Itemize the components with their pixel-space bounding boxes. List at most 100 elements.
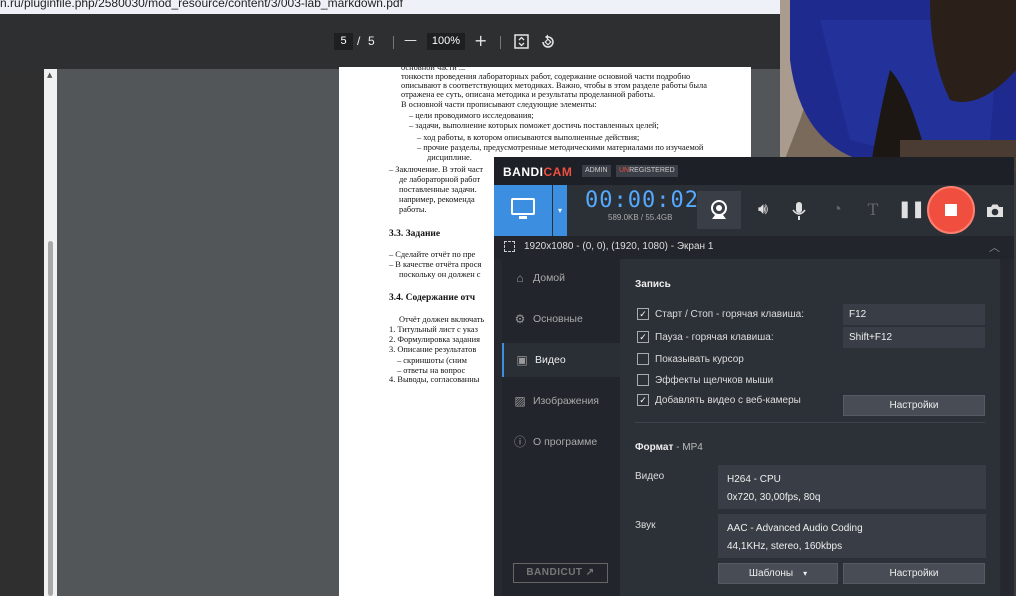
pdf-text-line: – скриншоты (сним — [397, 356, 467, 365]
zoom-level-input[interactable]: 100% — [427, 33, 465, 50]
section-divider — [635, 422, 985, 423]
image-icon: ▨ — [514, 394, 526, 408]
nav-home[interactable]: ⌂ Домой — [502, 261, 620, 295]
nav-images[interactable]: ▨ Изображения — [502, 384, 620, 418]
pdf-scrollbar[interactable]: ▲ — [44, 69, 57, 596]
gear-icon: ⚙ — [514, 312, 526, 326]
pdf-text-line: дисциплине. — [427, 153, 472, 162]
webcam-overlay — [780, 0, 1016, 172]
recording-timer: 00:00:02 — [585, 188, 699, 213]
fit-page-icon[interactable] — [514, 34, 529, 54]
templates-dropdown[interactable]: Шаблоны ▾ — [718, 563, 838, 584]
audio-codec: AAC - Advanced Audio Coding — [727, 523, 863, 534]
format-settings-button[interactable]: Настройки — [843, 563, 985, 584]
webcam-button[interactable] — [697, 191, 741, 229]
checkbox[interactable]: ✓ — [637, 308, 649, 320]
pdf-text-line: – прочие разделы, предусмотренные методи… — [417, 143, 704, 152]
bandicam-toolbar: ▾ 00:00:02 589.0KB / 55.4GB 🔊︎ ◔ T ❚❚ — [494, 185, 1014, 236]
bandicut-button[interactable]: BANDICUT ↗ — [513, 563, 608, 583]
screen-mode-button[interactable] — [494, 185, 552, 236]
toolbar-divider — [500, 36, 501, 49]
stop-record-button[interactable] — [927, 186, 975, 234]
bandicam-sidebar: ⌂ Домой ⚙ Основные ▣ Видео ▨ Изображения ⓘ О … — [502, 259, 620, 596]
audio-format-box[interactable]: AAC - Advanced Audio Coding 44,1KHz, ste… — [718, 514, 986, 558]
monitor-icon — [511, 198, 535, 215]
page-total: 5 — [368, 34, 375, 48]
pdf-text-line: 2. Формулировка задания — [389, 335, 480, 344]
unregistered-badge: UNREGISTERED — [616, 165, 678, 177]
bandicam-titlebar[interactable]: BANDICAM ADMIN UNREGISTERED — [494, 157, 1014, 185]
pdf-text-line: отражена ее суть, описана методика и рез… — [401, 90, 656, 99]
url-text[interactable]: n.ru/pluginfile.php/2580030/mod_resource… — [0, 0, 403, 10]
pause-button[interactable]: ❚❚ — [898, 197, 925, 223]
bandicam-logo: BANDICAM — [503, 165, 573, 179]
pdf-toolbar: 5 / 5 — 100% + — [0, 14, 780, 69]
capture-target-text: 1920x1080 - (0, 0), (1920, 1080) - Экран… — [524, 241, 714, 252]
video-label: Видео — [635, 471, 665, 482]
toolbar-divider — [393, 36, 394, 49]
info-icon: ⓘ — [513, 435, 526, 449]
browser-url-bar[interactable]: n.ru/pluginfile.php/2580030/mod_resource… — [0, 0, 780, 14]
text-overlay-icon[interactable]: T — [862, 197, 884, 223]
pdf-text-line: поскольку он должен с — [399, 270, 481, 279]
video-icon: ▣ — [516, 353, 528, 367]
rotate-icon[interactable] — [540, 34, 556, 55]
microphone-icon[interactable] — [788, 197, 810, 223]
chevron-down-icon: ▾ — [803, 569, 808, 578]
record-section-title: Запись — [635, 279, 671, 290]
click-effect-icon[interactable]: ◔ — [826, 197, 848, 223]
format-section-title: Формат - MP4 — [635, 442, 703, 453]
nav-video[interactable]: ▣ Видео — [502, 343, 620, 377]
page-separator: / — [357, 34, 361, 48]
checkbox[interactable]: ✓ — [637, 331, 649, 343]
record-settings-button[interactable]: Настройки — [843, 395, 985, 416]
pdf-text-line: 3. Описание результатов — [389, 345, 477, 354]
panel-scrollbar[interactable] — [1001, 259, 1010, 596]
pdf-text-line: – цели проводимого исследования; — [409, 111, 534, 120]
stop-icon — [945, 204, 957, 216]
chevron-up-icon[interactable]: ︿ — [989, 239, 1000, 255]
nav-about[interactable]: ⓘ О программе — [502, 425, 620, 459]
pdf-text-line: – ход работы, в котором описываются выпо… — [417, 133, 640, 142]
pdf-text-line: – задачи, выполнение которых поможет дос… — [409, 121, 659, 130]
page-number-input[interactable]: 5 — [334, 33, 353, 50]
camera-icon[interactable] — [984, 197, 1006, 223]
region-icon — [504, 241, 515, 252]
audio-params: 44,1KHz, stereo, 160kbps — [727, 541, 843, 552]
pause-hotkey-field[interactable]: Shift+F12 — [843, 327, 985, 348]
pdf-text-line: – Сделайте отчёт по пре — [389, 250, 476, 259]
video-format-box[interactable]: H264 - CPU 0x720, 30,00fps, 80q — [718, 465, 986, 509]
scroll-up-icon[interactable]: ▲ — [47, 71, 52, 79]
pdf-heading: 3.3. Задание — [389, 229, 441, 239]
chevron-down-icon[interactable]: ▾ — [553, 185, 567, 236]
pdf-heading: 3.4. Содержание отч — [389, 293, 476, 303]
home-icon: ⌂ — [516, 271, 524, 285]
pdf-text-line: Отчёт должен включать — [399, 315, 485, 324]
nav-general[interactable]: ⚙ Основные — [502, 302, 620, 336]
checkbox[interactable]: ✓ — [637, 394, 649, 406]
pdf-text-line: работы. — [399, 205, 427, 214]
pdf-text-line: например, рекоменда — [399, 195, 475, 204]
speaker-icon[interactable]: 🔊︎ — [752, 197, 774, 223]
checkbox[interactable] — [637, 374, 649, 386]
start-stop-hotkey-field[interactable]: F12 — [843, 304, 985, 325]
video-codec: H264 - CPU — [727, 474, 781, 485]
file-size: 589.0KB / 55.4GB — [608, 213, 673, 222]
checkbox[interactable] — [637, 353, 649, 365]
pdf-text-line: – В качестве отчёта прося — [389, 260, 482, 269]
pdf-text-line: 4. Выводы, согласованны — [389, 375, 480, 384]
audio-label: Звук — [635, 520, 656, 531]
admin-badge: ADMIN — [582, 165, 611, 177]
pdf-text-line: де лабораторной работ — [399, 175, 481, 184]
capture-target-bar[interactable]: 1920x1080 - (0, 0), (1920, 1080) - Экран… — [494, 236, 1014, 259]
zoom-out-button[interactable]: — — [404, 31, 417, 51]
pdf-text-line: 1. Титульный лист с указ — [389, 325, 478, 334]
scrollbar-thumb[interactable] — [48, 241, 53, 596]
video-params: 0x720, 30,00fps, 80q — [727, 492, 821, 503]
pdf-text-line: В основной части прописывают следующие э… — [401, 100, 597, 109]
bandicam-window: BANDICAM ADMIN UNREGISTERED ▾ 00:00:02 5… — [494, 157, 1014, 596]
zoom-in-button[interactable]: + — [474, 31, 487, 51]
pdf-thumbnail-pane — [0, 69, 44, 596]
video-settings-panel: Запись ✓ Старт / Стоп - горячая клавиша: … — [620, 259, 1000, 596]
pdf-text-line: – Заключение. В этой част — [389, 165, 484, 174]
